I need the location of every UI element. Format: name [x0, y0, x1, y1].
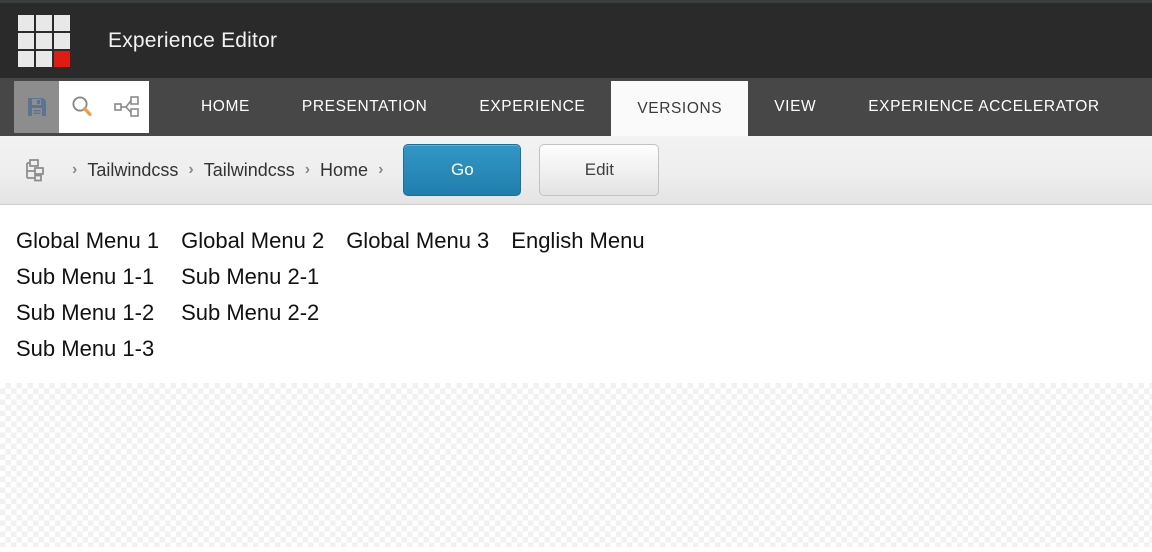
- logo-cell: [36, 50, 52, 67]
- logo-cell: [36, 32, 52, 49]
- menu-column-2: Global Menu 2 Sub Menu 2-1 Sub Menu 2-2: [181, 223, 324, 331]
- logo-cell-accent: [54, 50, 70, 67]
- menu-item-sub-1-3[interactable]: Sub Menu 1-3: [16, 331, 159, 367]
- breadcrumb-bar: › Tailwindcss › Tailwindcss › Home › Go …: [0, 136, 1152, 205]
- logo-cell: [18, 50, 34, 67]
- logo-cell: [54, 32, 70, 49]
- breadcrumb-item-3[interactable]: Home: [320, 160, 368, 181]
- tab-experience[interactable]: EXPERIENCE: [453, 78, 611, 136]
- search-button[interactable]: [59, 81, 104, 133]
- search-icon: [71, 96, 92, 116]
- tab-versions[interactable]: VERSIONS: [611, 81, 749, 136]
- menu-item-sub-1-1[interactable]: Sub Menu 1-1: [16, 259, 159, 295]
- menu-item-sub-2-2[interactable]: Sub Menu 2-2: [181, 295, 324, 331]
- breadcrumb-separator: ›: [72, 161, 78, 178]
- tab-view[interactable]: VIEW: [748, 78, 842, 136]
- breadcrumb-item-1[interactable]: Tailwindcss: [87, 160, 178, 181]
- tab-presentation[interactable]: PRESENTATION: [276, 78, 453, 136]
- menu-column-1: Global Menu 1 Sub Menu 1-1 Sub Menu 1-2 …: [16, 223, 159, 367]
- menu-item-global-3[interactable]: Global Menu 3: [346, 223, 489, 259]
- menu-column-3: Global Menu 3: [346, 223, 489, 259]
- menu-item-sub-2-1[interactable]: Sub Menu 2-1: [181, 259, 324, 295]
- menu-grid: Global Menu 1 Sub Menu 1-1 Sub Menu 1-2 …: [16, 223, 1152, 367]
- logo-cell: [18, 14, 34, 31]
- save-icon: [27, 98, 46, 116]
- title-bar: Experience Editor: [0, 0, 1152, 78]
- ribbon-bar: HOME PRESENTATION EXPERIENCE VERSIONS VI…: [0, 78, 1152, 136]
- menu-item-global-1[interactable]: Global Menu 1: [16, 223, 159, 259]
- breadcrumb: › Tailwindcss › Tailwindcss › Home ›: [62, 160, 393, 181]
- breadcrumb-separator: ›: [188, 161, 194, 178]
- breadcrumb-separator: ›: [304, 161, 311, 178]
- go-button[interactable]: Go: [403, 144, 522, 196]
- tab-experience-accelerator[interactable]: EXPERIENCE ACCELERATOR: [842, 78, 1125, 136]
- logo-cell: [54, 14, 70, 31]
- menu-column-4: English Menu: [511, 223, 644, 259]
- experience-editor-window: Experience Editor HOME PRESENTATION EXPE…: [0, 0, 1152, 552]
- tab-home[interactable]: HOME: [175, 78, 276, 136]
- breadcrumb-separator: ›: [378, 161, 384, 178]
- breadcrumb-item-2[interactable]: Tailwindcss: [204, 160, 295, 181]
- navigate-sitemap-button[interactable]: [104, 81, 149, 133]
- menu-item-global-2[interactable]: Global Menu 2: [181, 223, 324, 259]
- logo-cell: [36, 14, 52, 31]
- transparent-placeholder-region: [0, 383, 1152, 547]
- page-content: Global Menu 1 Sub Menu 1-1 Sub Menu 1-2 …: [0, 205, 1152, 383]
- ribbon-tabs: HOME PRESENTATION EXPERIENCE VERSIONS VI…: [175, 78, 1126, 136]
- menu-item-english-menu[interactable]: English Menu: [511, 223, 644, 259]
- menu-item-sub-1-2[interactable]: Sub Menu 1-2: [16, 295, 159, 331]
- save-button[interactable]: [14, 81, 59, 133]
- sitemap-icon: [113, 96, 139, 117]
- edit-button[interactable]: Edit: [539, 144, 660, 196]
- sitecore-logo: [18, 14, 70, 67]
- quick-access-toolbar: [14, 81, 149, 133]
- app-title: Experience Editor: [108, 28, 278, 52]
- logo-cell: [18, 32, 34, 49]
- content-tree-icon[interactable]: [22, 158, 46, 182]
